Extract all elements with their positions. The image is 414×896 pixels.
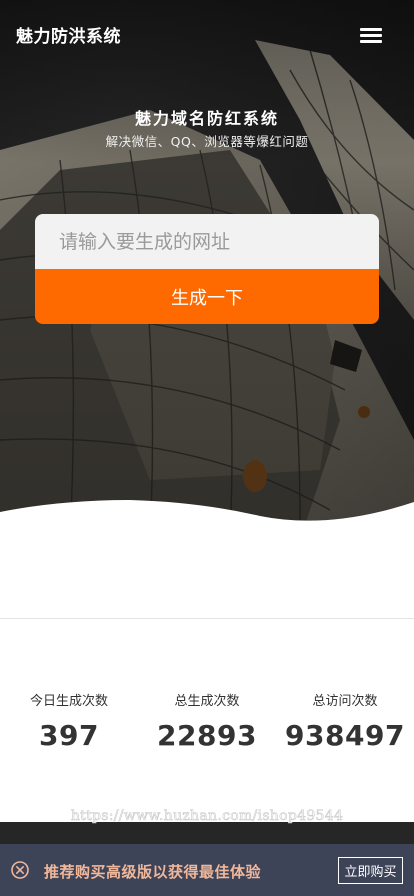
- stat-value: 397: [39, 719, 99, 752]
- stat-label: 今日生成次数: [29, 694, 108, 709]
- promo-bar: 推荐购买高级版以获得最佳体验 立即购买: [0, 844, 414, 896]
- stat-label: 总生成次数: [174, 694, 240, 709]
- section-divider: [0, 618, 414, 619]
- menu-line: [360, 34, 382, 37]
- top-navigation-bar: 魅力防洪系统: [0, 0, 414, 70]
- site-logo[interactable]: 魅力防洪系统: [16, 22, 121, 47]
- footer-bar: [0, 822, 414, 844]
- buy-now-button[interactable]: 立即购买: [338, 857, 403, 884]
- menu-line: [360, 28, 382, 31]
- generate-button[interactable]: 生成一下: [35, 269, 379, 324]
- promo-text: 推荐购买高级版以获得最佳体验: [44, 863, 262, 881]
- hero-banner: 魅力防洪系统 魅力域名防红系统 解决微信、QQ、浏览器等爆红问题 生成一下: [0, 0, 414, 540]
- hero-title: 魅力域名防红系统: [134, 109, 279, 128]
- url-generator-form: 生成一下: [35, 214, 379, 324]
- stat-value: 938497: [285, 719, 405, 752]
- hero-subtitle: 解决微信、QQ、浏览器等爆红问题: [105, 134, 309, 149]
- stat-total-generated: 总生成次数 22893: [138, 690, 276, 752]
- statistics-panel: 今日生成次数 397 总生成次数 22893 总访问次数 938497: [0, 690, 414, 760]
- close-circle-icon[interactable]: [11, 861, 29, 879]
- hero-wave-divider: [0, 500, 414, 540]
- url-input[interactable]: [35, 214, 379, 269]
- stat-value: 22893: [157, 719, 257, 752]
- stat-today-generated: 今日生成次数 397: [0, 690, 138, 752]
- stat-label: 总访问次数: [312, 694, 378, 709]
- menu-line: [360, 40, 382, 43]
- page: 魅力防洪系统 魅力域名防红系统 解决微信、QQ、浏览器等爆红问题 生成一下 今日…: [0, 0, 414, 896]
- watermark-text: https://www.huzhan.com/ishop49544: [70, 808, 344, 825]
- hamburger-menu-icon[interactable]: [360, 26, 384, 44]
- stat-total-visits: 总访问次数 938497: [276, 690, 414, 752]
